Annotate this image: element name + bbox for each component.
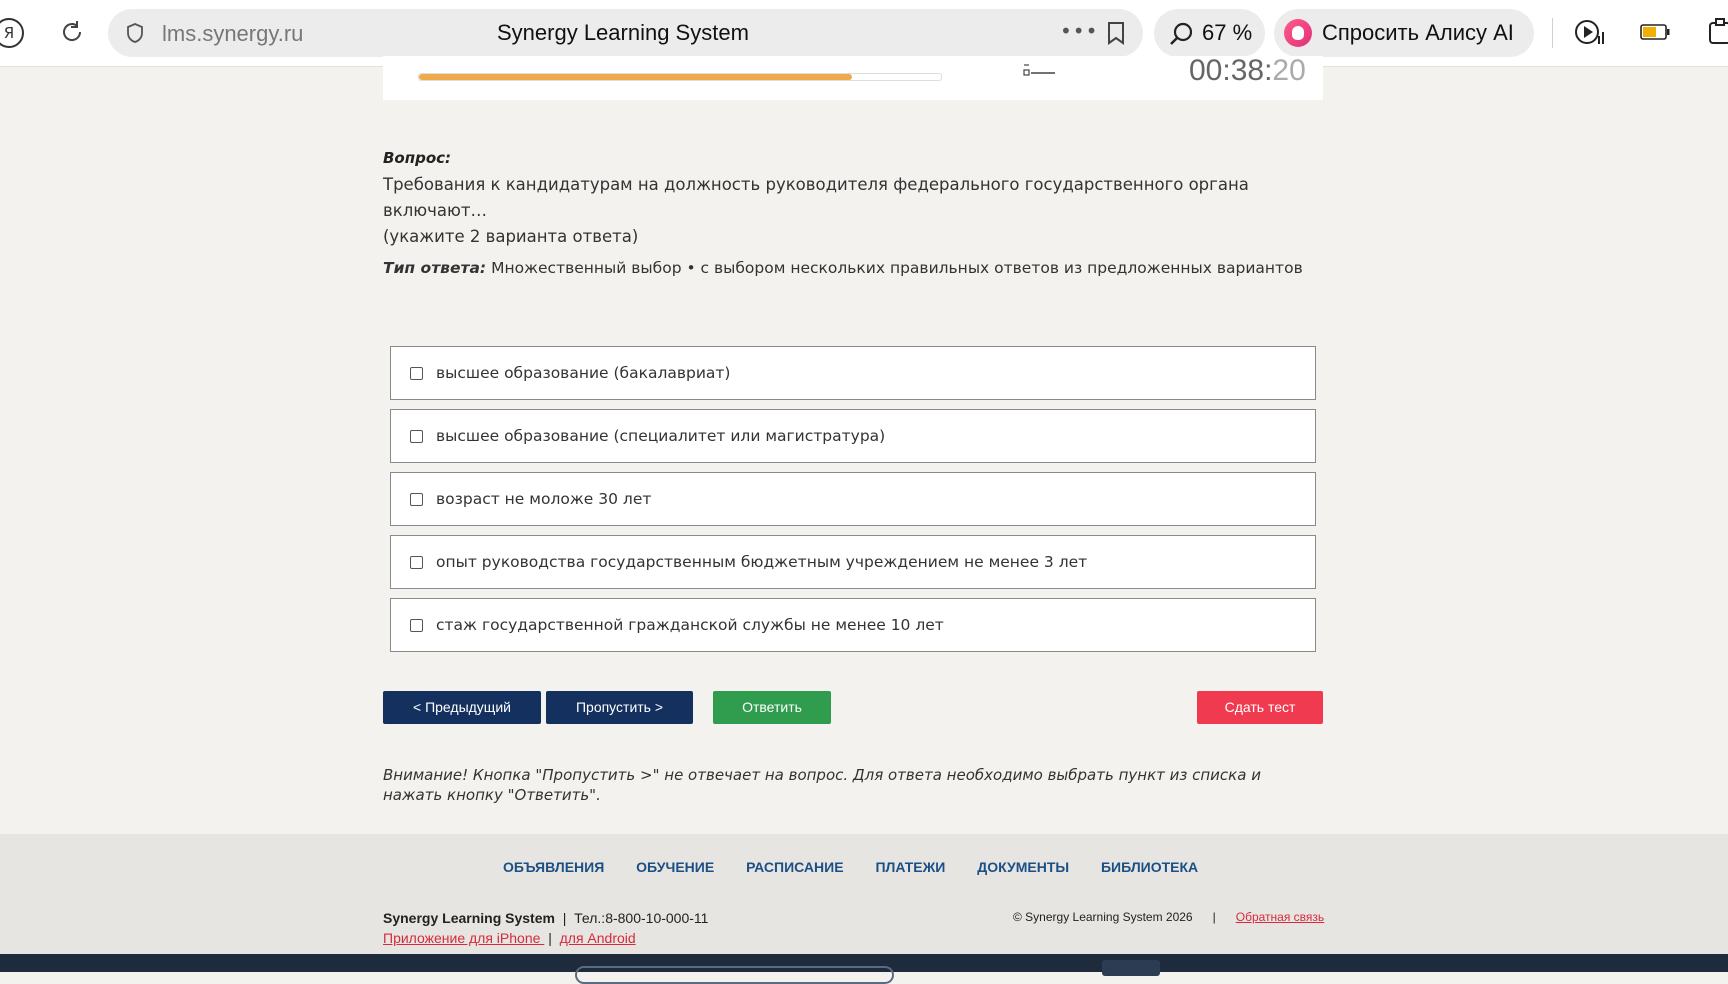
- page-title: Synergy Learning System: [497, 20, 749, 45]
- iphone-app-link[interactable]: Приложение для iPhone: [383, 930, 544, 946]
- taskbar-app[interactable]: [1102, 960, 1160, 976]
- footer-link-library[interactable]: БИБЛИОТЕКА: [1101, 859, 1198, 875]
- answer-type: Тип ответа: Множественный выбор • с выбо…: [383, 259, 1303, 277]
- answer-type-value: Множественный выбор • с выбором нескольк…: [486, 259, 1303, 277]
- battery-icon[interactable]: [1640, 24, 1670, 40]
- answer-options: высшее образование (бакалавриат) высшее …: [390, 346, 1316, 661]
- answer-checkbox[interactable]: [410, 367, 423, 380]
- feedback-link[interactable]: Обратная связь: [1236, 910, 1324, 924]
- answer-option[interactable]: стаж государственной гражданской службы …: [390, 598, 1316, 652]
- footer-link-schedule[interactable]: РАСПИСАНИЕ: [746, 859, 844, 875]
- android-app-link[interactable]: для Android: [560, 930, 636, 946]
- test-progress-fill: [419, 74, 853, 80]
- answer-option[interactable]: опыт руководства государственным бюджетн…: [390, 535, 1316, 589]
- media-play-icon[interactable]: [1574, 18, 1606, 48]
- answer-checkbox[interactable]: [410, 493, 423, 506]
- footer-separator: |: [1212, 910, 1216, 924]
- page-footer: ОБЪЯВЛЕНИЯ ОБУЧЕНИЕ РАСПИСАНИЕ ПЛАТЕЖИ Д…: [0, 834, 1728, 954]
- bookmark-icon[interactable]: [1105, 21, 1127, 45]
- question-text: Требования к кандидатурам на должность р…: [383, 172, 1333, 250]
- answer-option[interactable]: возраст не моложе 30 лет: [390, 472, 1316, 526]
- submit-test-button[interactable]: Сдать тест: [1197, 691, 1323, 724]
- footer-link-payments[interactable]: ПЛАТЕЖИ: [875, 859, 945, 875]
- copyright-text: © Synergy Learning System 2026: [1013, 910, 1193, 924]
- footer-nav: ОБЪЯВЛЕНИЯ ОБУЧЕНИЕ РАСПИСАНИЕ ПЛАТЕЖИ Д…: [503, 859, 1226, 875]
- answer-option-text[interactable]: возраст не моложе 30 лет: [436, 490, 651, 508]
- answer-checkbox[interactable]: [410, 556, 423, 569]
- magnifier-icon: [1170, 22, 1193, 45]
- answer-option-text[interactable]: опыт руководства государственным бюджетн…: [436, 553, 1087, 571]
- footer-brand: Synergy Learning System: [383, 910, 555, 926]
- footer-link-announcements[interactable]: ОБЪЯВЛЕНИЯ: [503, 859, 604, 875]
- footer-contacts: Synergy Learning System | Тел.:8-800-10-…: [383, 908, 708, 948]
- footer-phone: Тел.:8-800-10-000-11: [574, 910, 709, 926]
- test-progress-bar: [418, 73, 942, 81]
- answer-option[interactable]: высшее образование (бакалавриат): [390, 346, 1316, 400]
- answer-option-text[interactable]: высшее образование (бакалавриат): [436, 364, 730, 382]
- test-header: 00:38:20: [383, 54, 1323, 100]
- reload-icon[interactable]: [58, 18, 86, 46]
- url-text[interactable]: lms.synergy.ru: [162, 21, 303, 47]
- os-taskbar: [0, 954, 1728, 984]
- question-line-1: Требования к кандидатурам на должность р…: [383, 175, 1249, 220]
- answer-type-label: Тип ответа:: [383, 259, 487, 277]
- answer-option-text[interactable]: высшее образование (специалитет или маги…: [436, 427, 885, 445]
- timer-main: 00:38:: [1189, 54, 1273, 87]
- answer-checkbox[interactable]: [410, 619, 423, 632]
- answer-checkbox[interactable]: [410, 430, 423, 443]
- test-timer: 00:38:20: [1189, 54, 1306, 88]
- ask-alice-label: Спросить Алису AI: [1322, 20, 1514, 45]
- footer-separator: |: [548, 930, 552, 946]
- toolbar-divider: [1552, 18, 1553, 48]
- alice-icon: [1284, 19, 1312, 47]
- ask-alice-button[interactable]: Спросить Алису AI: [1274, 9, 1534, 57]
- question-line-2: (укажите 2 варианта ответа): [383, 227, 639, 246]
- yandex-icon[interactable]: Я: [0, 18, 24, 48]
- skip-button[interactable]: Пропустить >: [546, 691, 693, 724]
- answer-option[interactable]: высшее образование (специалитет или маги…: [390, 409, 1316, 463]
- more-icon[interactable]: •••: [1060, 19, 1098, 43]
- footer-link-documents[interactable]: ДОКУМЕНТЫ: [977, 859, 1069, 875]
- question-list-icon[interactable]: [1023, 62, 1057, 78]
- question-label: Вопрос:: [383, 149, 452, 167]
- footer-separator: |: [562, 910, 567, 926]
- shield-icon[interactable]: [124, 22, 146, 44]
- timer-seconds: 20: [1272, 54, 1306, 87]
- footer-copyright-row: © Synergy Learning System 2026 | Обратна…: [1013, 910, 1324, 924]
- taskbar-search[interactable]: [575, 966, 894, 984]
- warning-note: Внимание! Кнопка "Пропустить >" не отвеч…: [383, 766, 1261, 804]
- answer-button[interactable]: Ответить: [713, 691, 831, 724]
- zoom-button[interactable]: 67 %: [1154, 9, 1265, 57]
- extension-icon[interactable]: [1706, 17, 1728, 47]
- footer-link-learning[interactable]: ОБУЧЕНИЕ: [636, 859, 714, 875]
- previous-button[interactable]: < Предыдущий: [383, 691, 541, 724]
- zoom-level: 67 %: [1202, 20, 1253, 45]
- address-bar[interactable]: lms.synergy.ru Synergy Learning System •…: [108, 9, 1143, 57]
- answer-option-text[interactable]: стаж государственной гражданской службы …: [436, 616, 944, 634]
